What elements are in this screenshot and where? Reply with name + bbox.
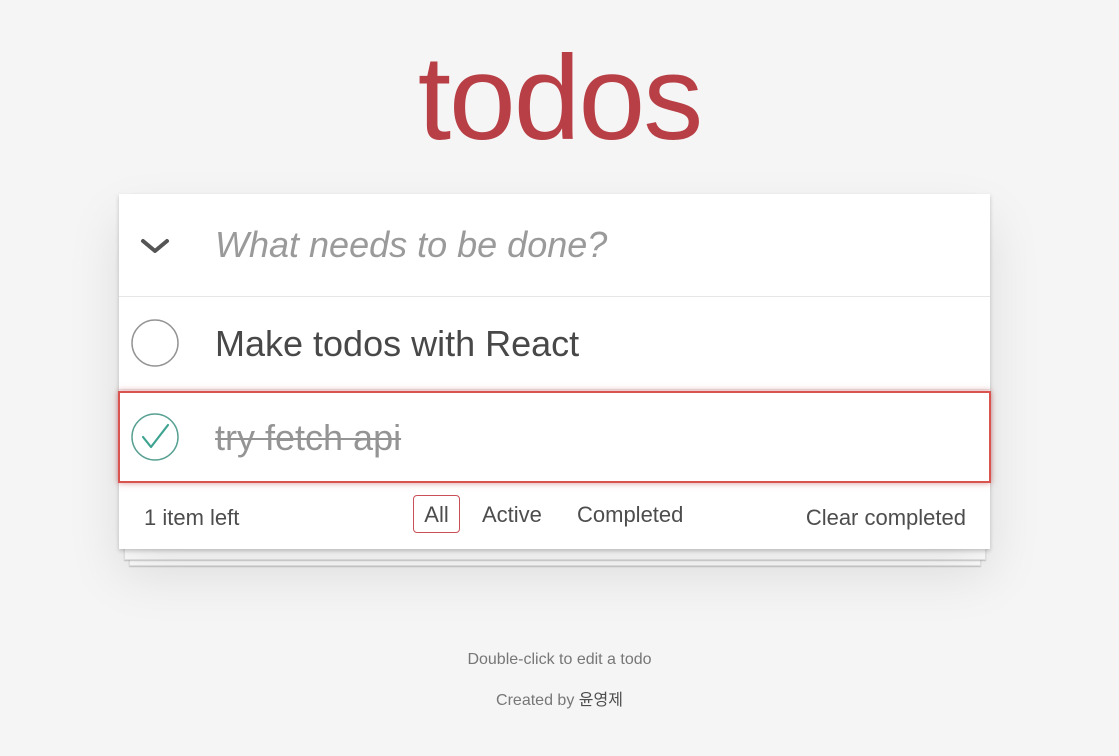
todo-item[interactable]: Make todos with React <box>119 297 990 390</box>
app-title: todos <box>417 31 704 165</box>
items-left-count: 1 item left <box>144 505 240 530</box>
todo-footer: 1 item left All Active Completed Clear c… <box>119 483 990 549</box>
todo-toggle-checkbox[interactable] <box>131 413 179 461</box>
new-todo-header <box>119 194 990 297</box>
filter-active[interactable]: Active <box>473 495 551 533</box>
todo-label[interactable]: try fetch api <box>215 417 401 459</box>
credit-prefix: Created by <box>496 692 575 709</box>
chevron-down-icon <box>141 239 169 253</box>
edit-hint: Double-click to edit a todo <box>467 651 652 668</box>
todo-toggle-checkbox[interactable] <box>131 319 179 367</box>
new-todo-input[interactable] <box>215 214 955 276</box>
filter-completed[interactable]: Completed <box>568 495 692 533</box>
credit-line: Created by 윤영제 <box>0 686 1119 710</box>
circle-check-icon <box>131 413 179 461</box>
todo-label[interactable]: Make todos with React <box>215 323 579 365</box>
todo-app-card: Make todos with React try fetch api 1 it… <box>118 194 991 549</box>
filter-all[interactable]: All <box>413 495 460 533</box>
clear-completed-button[interactable]: Clear completed <box>806 505 966 531</box>
toggle-all-button[interactable] <box>138 232 172 260</box>
author-name: 윤영제 <box>578 690 623 709</box>
circle-unchecked-icon <box>131 319 179 367</box>
todo-item-completed[interactable]: try fetch api <box>118 391 991 483</box>
